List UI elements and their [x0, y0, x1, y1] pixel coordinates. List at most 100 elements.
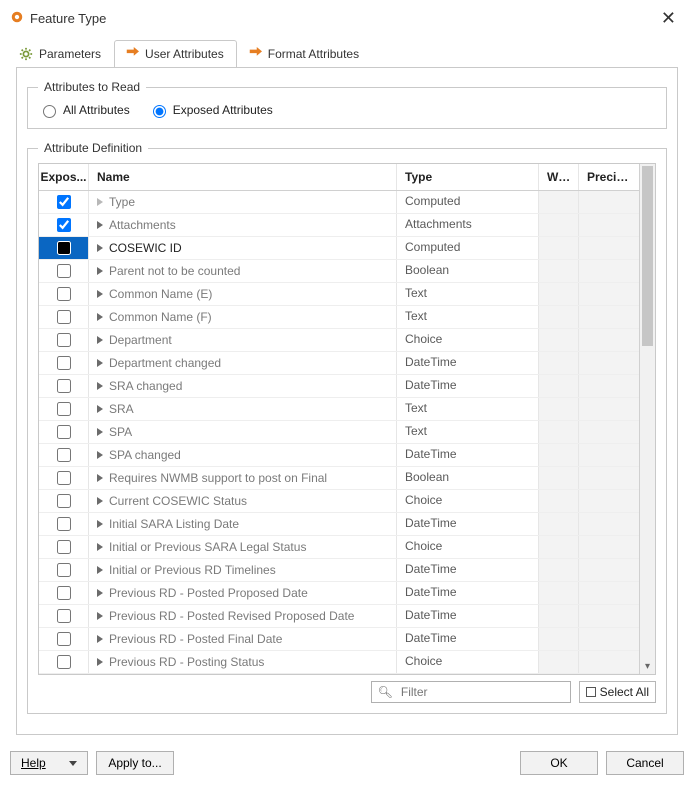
- expand-icon[interactable]: [97, 336, 103, 344]
- expand-icon[interactable]: [97, 635, 103, 643]
- expand-icon[interactable]: [97, 658, 103, 666]
- exposed-checkbox[interactable]: [57, 540, 71, 554]
- exposed-cell[interactable]: [39, 191, 89, 213]
- exposed-cell[interactable]: [39, 306, 89, 328]
- exposed-checkbox[interactable]: [57, 195, 71, 209]
- expand-icon[interactable]: [97, 244, 103, 252]
- table-row[interactable]: Common Name (E)Text: [39, 283, 639, 306]
- exposed-cell[interactable]: [39, 329, 89, 351]
- cancel-button[interactable]: Cancel: [606, 751, 684, 775]
- tab-parameters[interactable]: Parameters: [8, 40, 114, 67]
- help-button[interactable]: Help: [10, 751, 88, 775]
- exposed-cell[interactable]: [39, 490, 89, 512]
- name-cell[interactable]: Attachments: [89, 214, 397, 236]
- name-cell[interactable]: Previous RD - Posted Final Date: [89, 628, 397, 650]
- name-cell[interactable]: Requires NWMB support to post on Final: [89, 467, 397, 489]
- exposed-cell[interactable]: [39, 582, 89, 604]
- exposed-checkbox[interactable]: [57, 448, 71, 462]
- radio-exposed-attributes-input[interactable]: [153, 105, 166, 118]
- name-cell[interactable]: Common Name (E): [89, 283, 397, 305]
- table-row[interactable]: COSEWIC IDComputed: [39, 237, 639, 260]
- exposed-cell[interactable]: [39, 398, 89, 420]
- table-row[interactable]: SRAText: [39, 398, 639, 421]
- filter-box[interactable]: 🔍︎: [371, 681, 571, 703]
- expand-icon[interactable]: [97, 612, 103, 620]
- name-cell[interactable]: Type: [89, 191, 397, 213]
- exposed-checkbox[interactable]: [57, 218, 71, 232]
- expand-icon[interactable]: [97, 474, 103, 482]
- exposed-checkbox[interactable]: [57, 264, 71, 278]
- exposed-cell[interactable]: [39, 536, 89, 558]
- radio-all-attributes-input[interactable]: [43, 105, 56, 118]
- tab-format-attributes[interactable]: Format Attributes: [237, 40, 372, 67]
- name-cell[interactable]: Previous RD - Posted Revised Proposed Da…: [89, 605, 397, 627]
- exposed-cell[interactable]: [39, 513, 89, 535]
- exposed-cell[interactable]: [39, 651, 89, 673]
- ok-button[interactable]: OK: [520, 751, 598, 775]
- column-header-precision[interactable]: Precisi...: [579, 164, 639, 190]
- table-row[interactable]: Current COSEWIC StatusChoice: [39, 490, 639, 513]
- expand-icon[interactable]: [97, 359, 103, 367]
- close-button[interactable]: ✕: [653, 6, 684, 31]
- table-row[interactable]: AttachmentsAttachments: [39, 214, 639, 237]
- name-cell[interactable]: SRA changed: [89, 375, 397, 397]
- exposed-cell[interactable]: [39, 559, 89, 581]
- exposed-checkbox[interactable]: [57, 287, 71, 301]
- expand-icon[interactable]: [97, 313, 103, 321]
- radio-all-attributes[interactable]: All Attributes: [38, 102, 130, 118]
- exposed-checkbox[interactable]: [57, 310, 71, 324]
- table-row[interactable]: SPAText: [39, 421, 639, 444]
- exposed-cell[interactable]: [39, 444, 89, 466]
- exposed-cell[interactable]: [39, 260, 89, 282]
- vertical-scrollbar[interactable]: ▾: [639, 164, 655, 674]
- column-header-name[interactable]: Name: [89, 164, 397, 190]
- table-row[interactable]: Requires NWMB support to post on FinalBo…: [39, 467, 639, 490]
- table-row[interactable]: DepartmentChoice: [39, 329, 639, 352]
- exposed-checkbox[interactable]: [57, 609, 71, 623]
- expand-icon[interactable]: [97, 520, 103, 528]
- name-cell[interactable]: Parent not to be counted: [89, 260, 397, 282]
- expand-icon[interactable]: [97, 566, 103, 574]
- table-row[interactable]: Common Name (F)Text: [39, 306, 639, 329]
- exposed-checkbox[interactable]: [57, 655, 71, 669]
- exposed-cell[interactable]: [39, 352, 89, 374]
- expand-icon[interactable]: [97, 428, 103, 436]
- table-row[interactable]: TypeComputed: [39, 191, 639, 214]
- radio-exposed-attributes[interactable]: Exposed Attributes: [148, 102, 273, 118]
- table-row[interactable]: Parent not to be countedBoolean: [39, 260, 639, 283]
- expand-icon[interactable]: [97, 382, 103, 390]
- table-row[interactable]: Previous RD - Posted Final DateDateTime: [39, 628, 639, 651]
- name-cell[interactable]: SPA: [89, 421, 397, 443]
- table-row[interactable]: SRA changedDateTime: [39, 375, 639, 398]
- exposed-checkbox[interactable]: [57, 632, 71, 646]
- exposed-checkbox[interactable]: [57, 356, 71, 370]
- name-cell[interactable]: Previous RD - Posted Proposed Date: [89, 582, 397, 604]
- expand-icon[interactable]: [97, 290, 103, 298]
- filter-input[interactable]: [399, 684, 564, 700]
- exposed-cell[interactable]: [39, 421, 89, 443]
- exposed-checkbox[interactable]: [57, 379, 71, 393]
- name-cell[interactable]: Department changed: [89, 352, 397, 374]
- column-header-exposed[interactable]: Expos...: [39, 164, 89, 190]
- exposed-checkbox[interactable]: [57, 241, 71, 255]
- name-cell[interactable]: Current COSEWIC Status: [89, 490, 397, 512]
- exposed-cell[interactable]: [39, 214, 89, 236]
- table-row[interactable]: Initial or Previous RD TimelinesDateTime: [39, 559, 639, 582]
- expand-icon[interactable]: [97, 221, 103, 229]
- expand-icon[interactable]: [97, 405, 103, 413]
- exposed-checkbox[interactable]: [57, 402, 71, 416]
- table-row[interactable]: SPA changedDateTime: [39, 444, 639, 467]
- select-all-button[interactable]: Select All: [579, 681, 656, 703]
- exposed-cell[interactable]: [39, 605, 89, 627]
- exposed-checkbox[interactable]: [57, 425, 71, 439]
- name-cell[interactable]: SPA changed: [89, 444, 397, 466]
- exposed-checkbox[interactable]: [57, 586, 71, 600]
- table-row[interactable]: Previous RD - Posted Revised Proposed Da…: [39, 605, 639, 628]
- name-cell[interactable]: Initial or Previous RD Timelines: [89, 559, 397, 581]
- name-cell[interactable]: Department: [89, 329, 397, 351]
- column-header-width[interactable]: Wid...: [539, 164, 579, 190]
- expand-icon[interactable]: [97, 497, 103, 505]
- exposed-checkbox[interactable]: [57, 471, 71, 485]
- name-cell[interactable]: Previous RD - Posting Status: [89, 651, 397, 673]
- tab-user-attributes[interactable]: User Attributes: [114, 40, 237, 67]
